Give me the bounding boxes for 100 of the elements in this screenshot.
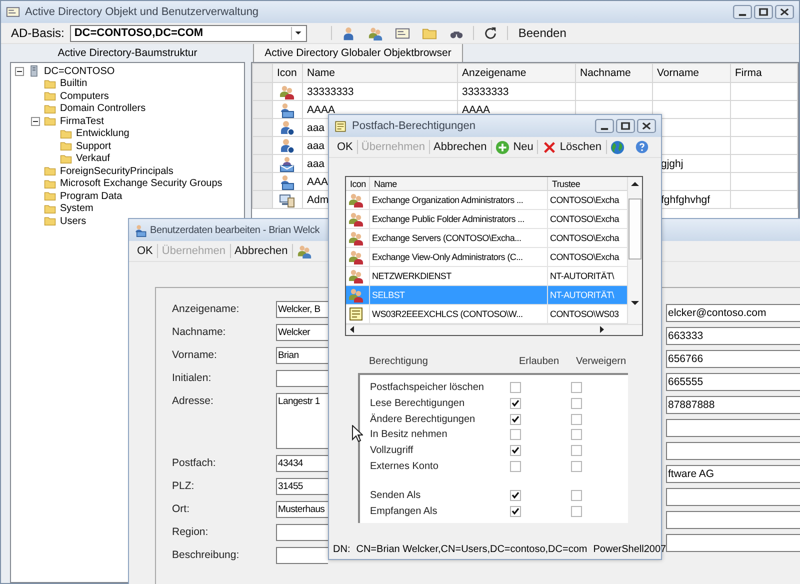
address-field[interactable]: Langestr 1 [276, 393, 328, 449]
user-icon [279, 138, 295, 154]
input-field[interactable] [666, 442, 800, 460]
window-icon [334, 120, 347, 132]
input-field[interactable]: Musterhaus [276, 501, 328, 518]
checkbox[interactable] [510, 429, 521, 440]
checkbox[interactable] [571, 398, 582, 410]
input-field[interactable] [666, 419, 800, 437]
exit-button[interactable]: Beenden [514, 24, 570, 42]
input-field[interactable]: 43434 [276, 455, 328, 472]
input-field[interactable] [276, 547, 328, 564]
checkbox[interactable] [571, 445, 582, 456]
folder-icon [59, 152, 73, 165]
list-item[interactable]: Exchange Servers (CONTOSO\Excha... [370, 229, 548, 248]
tree-item[interactable]: Verkauf [76, 153, 110, 164]
group-icon [348, 287, 364, 303]
column-header: Erlauben [519, 356, 560, 367]
tree-item[interactable]: Users [60, 216, 86, 227]
group-icon [296, 244, 312, 258]
checkbox[interactable] [571, 460, 582, 472]
close-button[interactable] [637, 119, 656, 133]
maximize-button[interactable] [616, 119, 635, 133]
checkbox[interactable] [571, 429, 582, 440]
column-header[interactable]: Icon [272, 64, 302, 82]
column-header[interactable]: Name [302, 64, 458, 82]
tree-item[interactable]: ForeignSecurityPrincipals [60, 166, 174, 177]
list-item[interactable]: Exchange View-Only Administrators (C... [370, 248, 548, 267]
input-field[interactable]: Welcker, B [276, 301, 328, 318]
checkbox[interactable] [510, 490, 521, 502]
column-header[interactable]: Icon [346, 177, 370, 191]
input-field[interactable]: Brian [276, 347, 328, 364]
list-item[interactable]: Exchange Organization Administrators ... [370, 191, 548, 210]
permission-label: Empfangen Als [370, 506, 438, 518]
tree-item[interactable]: System [60, 203, 94, 214]
input-field[interactable] [666, 488, 800, 506]
folder-icon [43, 178, 57, 190]
tree-item[interactable]: Program Data [60, 190, 122, 202]
column-header[interactable]: Vorname [652, 64, 730, 82]
window-title: Active Directory Objekt und Benutzerverwaltung [25, 6, 259, 18]
minimize-button[interactable] [595, 119, 614, 133]
checkbox[interactable] [510, 506, 521, 518]
input-field[interactable] [666, 511, 800, 529]
input-field[interactable]: 31455 [276, 478, 328, 495]
user-mailbox-icon [134, 224, 147, 236]
base-combobox[interactable]: DC=CONTOSO,DC=COM [70, 24, 308, 42]
input-field[interactable]: 665555 [666, 373, 800, 391]
input-field[interactable] [276, 370, 328, 387]
checkbox[interactable] [571, 506, 582, 518]
checkbox[interactable] [571, 490, 582, 502]
tree-item[interactable]: Microsoft Exchange Security Groups [60, 178, 222, 190]
group-icon [348, 192, 364, 208]
tree-item[interactable]: DC=CONTOSO [44, 66, 115, 77]
checkbox[interactable] [510, 398, 521, 410]
input-field[interactable]: elcker@contoso.com [666, 304, 800, 322]
tree-item[interactable]: Computers [60, 90, 109, 102]
checkbox[interactable] [510, 382, 521, 394]
expander-icon[interactable] [15, 66, 24, 76]
input-field[interactable]: 656766 [666, 350, 800, 368]
input-field[interactable] [276, 524, 328, 541]
permission-label: Ändere Berechtigungen [370, 414, 476, 425]
status-label: DN: [333, 544, 350, 554]
status-text: PowerShell2007 [593, 544, 666, 554]
column-header[interactable]: Trustee [548, 177, 627, 191]
tree-item[interactable]: Domain Controllers [60, 103, 146, 114]
permission-label: Postfachspeicher löschen [370, 382, 485, 394]
checkbox[interactable] [510, 460, 521, 472]
column-header[interactable]: Name [370, 177, 548, 191]
toolbar-button[interactable]: OK [133, 242, 157, 260]
tree-item[interactable]: Builtin [60, 78, 88, 90]
minimize-button[interactable] [733, 5, 752, 19]
checkbox[interactable] [571, 414, 582, 425]
input-field[interactable]: Welcker [276, 324, 328, 341]
input-field[interactable] [666, 534, 800, 552]
input-field[interactable]: 87887888 [666, 396, 800, 414]
group-icon [279, 84, 295, 100]
toolbar-button[interactable]: Abbrechen [230, 242, 292, 260]
toolbar-button[interactable]: Neu [491, 138, 538, 156]
card-icon [395, 26, 410, 40]
tree-item[interactable]: FirmaTest [60, 116, 104, 127]
column-header[interactable]: Anzeigename [458, 64, 576, 82]
permission-label: Senden Als [370, 490, 422, 502]
input-field[interactable]: ftware AG [666, 465, 800, 483]
tab[interactable]: Active Directory Globaler Objektbrowser [253, 44, 463, 62]
tree-item[interactable]: Entwicklung [76, 128, 130, 140]
checkbox[interactable] [510, 445, 521, 456]
close-button[interactable] [775, 5, 794, 19]
list-item[interactable]: Exchange Public Folder Administrators ... [370, 210, 548, 229]
computer-icon [279, 192, 295, 208]
table-cell: 33333333 [458, 82, 576, 100]
column-header[interactable]: Firma [730, 64, 798, 82]
checkbox[interactable] [510, 414, 521, 425]
column-header[interactable]: Nachname [576, 64, 652, 82]
input-field[interactable]: 663333 [666, 327, 800, 345]
expander-icon[interactable] [31, 116, 40, 126]
toolbar-button[interactable]: Löschen [538, 138, 606, 156]
tree-item[interactable]: Support [76, 140, 112, 152]
delete-icon [542, 140, 557, 154]
checkbox[interactable] [571, 382, 582, 394]
toolbar-button[interactable]: OK [333, 138, 357, 156]
maximize-button[interactable] [754, 5, 773, 19]
